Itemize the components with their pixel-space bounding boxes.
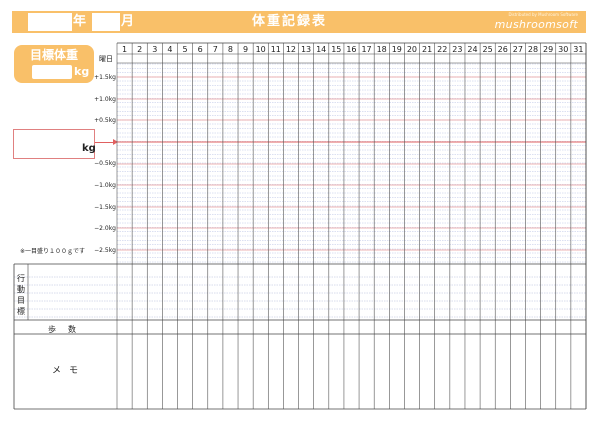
action-goal-label: 行動目標 xyxy=(17,274,25,316)
record-grid xyxy=(13,42,587,410)
steps-label: 歩数 xyxy=(48,325,88,334)
memo-label: メモ xyxy=(52,366,87,376)
